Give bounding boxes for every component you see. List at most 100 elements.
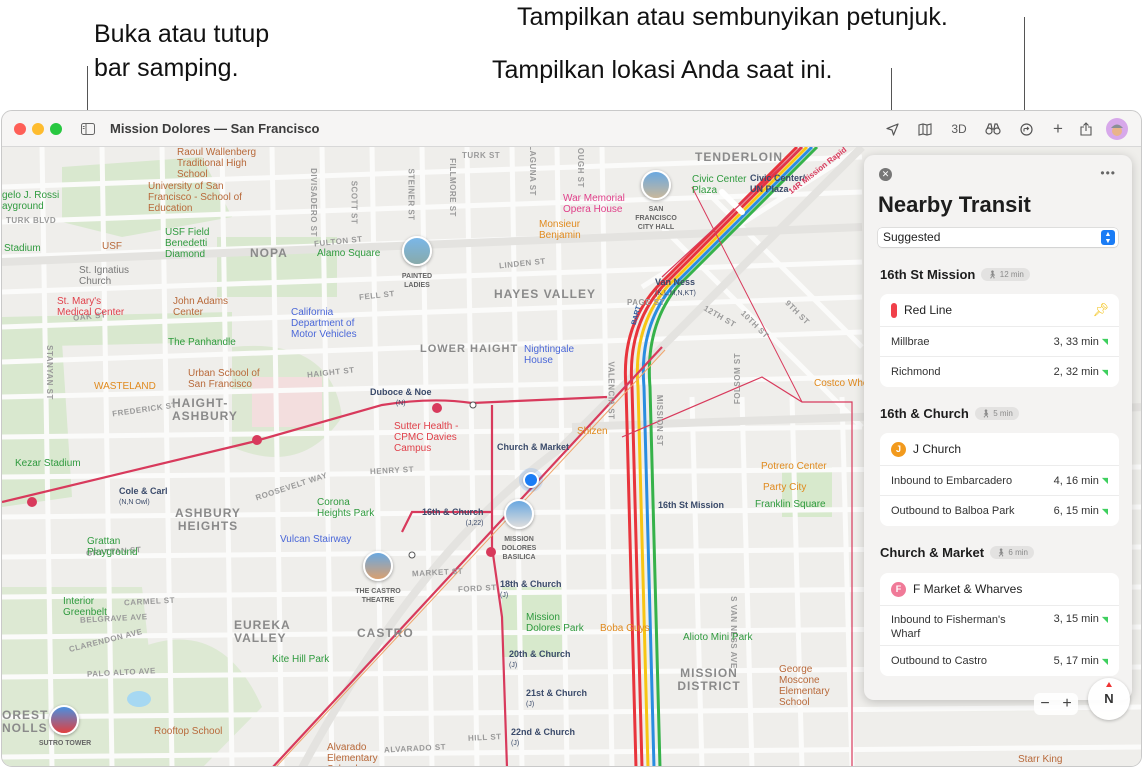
station-label[interactable]: 16th & Church (J,22) xyxy=(422,507,484,529)
zoom-in-button[interactable]: + xyxy=(1062,695,1071,713)
poi-label[interactable]: USF Field Benedetti Diamond xyxy=(165,227,220,260)
poi-label[interactable]: Sutter Health - CPMC Davies Campus xyxy=(394,421,464,454)
poi-label[interactable]: Interior Greenbelt xyxy=(63,596,113,618)
poi-label[interactable]: Urban School of San Francisco xyxy=(188,368,268,390)
share-button[interactable] xyxy=(1078,119,1094,139)
station-label[interactable]: 20th & Church (J) xyxy=(509,649,571,671)
poi-label[interactable]: Grattan Playground xyxy=(87,536,138,558)
poi-label[interactable]: Kite Hill Park xyxy=(272,654,329,665)
poi-label[interactable]: California Department of Motor Vehicles xyxy=(291,307,366,340)
departure-row[interactable]: Outbound to Balboa Park 6, 15 min ◥ xyxy=(880,496,1119,526)
poi-label[interactable]: Raoul Wallenberg Traditional High School xyxy=(177,147,277,180)
destination: Outbound to Castro xyxy=(891,655,988,667)
memoji-icon xyxy=(1111,124,1123,136)
station-label[interactable]: 18th & Church (J) xyxy=(500,579,562,601)
station-label[interactable]: Cole & Carl (N,N Owl) xyxy=(119,486,168,508)
poi-label[interactable]: St. Mary's Medical Center xyxy=(57,296,132,318)
departure-row[interactable]: Richmond 2, 32 min ◥ xyxy=(880,357,1119,387)
park-area xyxy=(2,342,72,507)
poi-label[interactable]: University of San Francisco - School of … xyxy=(148,181,248,214)
poi-label[interactable]: Nightingale House xyxy=(524,344,574,366)
station-lines: (K,L,M,N,KT) xyxy=(655,290,696,297)
poi-label[interactable]: War Memorial Opera House xyxy=(563,193,625,215)
poi-label[interactable]: Civic Center Plaza xyxy=(692,174,747,196)
poi-label[interactable]: St. Ignatius Church xyxy=(79,265,139,287)
street-label: LAGUNA ST xyxy=(527,147,537,196)
departure-row[interactable]: Inbound to Fisherman's Wharf 3, 15 min ◥ xyxy=(880,606,1119,646)
current-location-button[interactable] xyxy=(884,119,900,139)
landmark-painted-ladies[interactable] xyxy=(402,236,432,266)
sidebar-toggle-button[interactable] xyxy=(80,119,96,139)
poi-label[interactable]: Costco Who xyxy=(814,378,868,389)
poi-label[interactable]: Starr King xyxy=(1018,754,1062,765)
landmark-sutro-tower[interactable] xyxy=(49,705,79,735)
look-around-button[interactable] xyxy=(984,119,1002,139)
realtime-icon: ◥ xyxy=(1101,656,1108,666)
zoom-out-button[interactable]: − xyxy=(1040,695,1049,713)
street-label: GOUGH ST xyxy=(575,147,585,188)
station-name: 21st & Church xyxy=(526,688,588,698)
poi-label[interactable]: Corona Heights Park xyxy=(317,497,377,519)
landmark-city-hall[interactable] xyxy=(641,170,671,200)
sort-select[interactable]: Suggested ▲ ▼ xyxy=(878,228,1118,247)
poi-label[interactable]: George Moscone Elementary School xyxy=(779,664,854,708)
landmark-castro-theatre[interactable] xyxy=(363,551,393,581)
poi-label[interactable]: Alioto Mini Park xyxy=(683,632,752,643)
more-options-button[interactable]: ••• xyxy=(1100,166,1116,180)
nearby-transit-panel: ✕ ••• Nearby Transit Suggested ▲ ▼ 16th S… xyxy=(864,155,1132,700)
station-lines: (J) xyxy=(500,592,509,599)
poi-label[interactable]: Franklin Square xyxy=(755,499,826,510)
close-window-button[interactable] xyxy=(14,123,26,135)
zoom-window-button[interactable] xyxy=(50,123,62,135)
poi-label[interactable]: The Panhandle xyxy=(168,337,236,348)
poi-label[interactable]: Mission Dolores Park xyxy=(526,612,586,634)
street-label: HILL ST xyxy=(467,732,502,743)
station-label[interactable]: Duboce & Noe (N) xyxy=(370,387,432,409)
add-button[interactable]: + xyxy=(1050,119,1066,139)
poi-label[interactable]: Rooftop School xyxy=(154,726,222,737)
departure-row[interactable]: Outbound to Castro 5, 17 min ◥ xyxy=(880,646,1119,676)
poi-label[interactable]: Vulcan Stairway xyxy=(280,534,351,545)
line-header[interactable]: J J Church xyxy=(880,433,1119,466)
line-header[interactable]: F F Market & Wharves xyxy=(880,573,1119,606)
stop-name: 16th St Mission xyxy=(880,267,976,282)
pin-icon[interactable]: 📌︎ xyxy=(1092,302,1109,318)
poi-label[interactable]: John Adams Center xyxy=(173,296,233,318)
landmark-mission-dolores[interactable] xyxy=(504,499,534,529)
compass-button[interactable]: N xyxy=(1088,678,1130,720)
station-label[interactable]: Van Ness (K,L,M,N,KT) xyxy=(655,277,696,299)
departure-row[interactable]: Inbound to Embarcadero 4, 16 min ◥ xyxy=(880,466,1119,496)
realtime-icon: ◥ xyxy=(1101,476,1108,485)
station-label[interactable]: 22nd & Church (J) xyxy=(511,727,575,749)
poi-label[interactable]: Party City xyxy=(763,482,806,493)
poi-label[interactable]: Boba Guys xyxy=(600,623,649,634)
walk-time: 6 min xyxy=(1008,548,1028,557)
poi-label[interactable]: Kezar Stadium xyxy=(15,458,81,469)
close-panel-button[interactable]: ✕ xyxy=(879,168,892,181)
destination: Outbound to Balboa Park xyxy=(891,505,1015,517)
station-label[interactable]: Church & Market xyxy=(497,442,569,453)
close-icon: ✕ xyxy=(881,169,890,179)
poi-label[interactable]: Alamo Square xyxy=(317,248,380,259)
directions-button[interactable] xyxy=(1018,119,1034,139)
minimize-window-button[interactable] xyxy=(32,123,44,135)
district-label: NOPA xyxy=(250,246,288,260)
poi-label[interactable]: Stadium xyxy=(4,243,41,254)
poi-label[interactable]: WASTELAND xyxy=(94,381,156,392)
avatar[interactable] xyxy=(1106,118,1128,140)
map-mode-button[interactable] xyxy=(916,119,934,139)
poi-label[interactable]: gelo J. Rossi ayground xyxy=(2,190,62,212)
current-location-dot[interactable] xyxy=(523,472,539,488)
station-label[interactable]: 21st & Church (J) xyxy=(526,688,587,710)
departure-row[interactable]: Millbrae 3, 33 min ◥ xyxy=(880,327,1119,357)
line-header[interactable]: Red Line 📌︎ xyxy=(880,294,1119,327)
poi-label[interactable]: Shizen xyxy=(577,426,608,437)
poi-label[interactable]: Monsieur Benjamin xyxy=(539,219,589,241)
poi-label[interactable]: Alvarado Elementary School xyxy=(327,742,387,766)
poi-label[interactable]: USF xyxy=(102,241,122,252)
station-label[interactable]: 16th St Mission xyxy=(658,500,724,511)
poi-label[interactable]: Potrero Center xyxy=(761,461,827,472)
3d-button[interactable]: 3D xyxy=(948,119,970,139)
station-lines: (N) xyxy=(395,400,406,407)
stop-header: 16th & Church 🚶︎ 5 min xyxy=(880,406,1019,421)
